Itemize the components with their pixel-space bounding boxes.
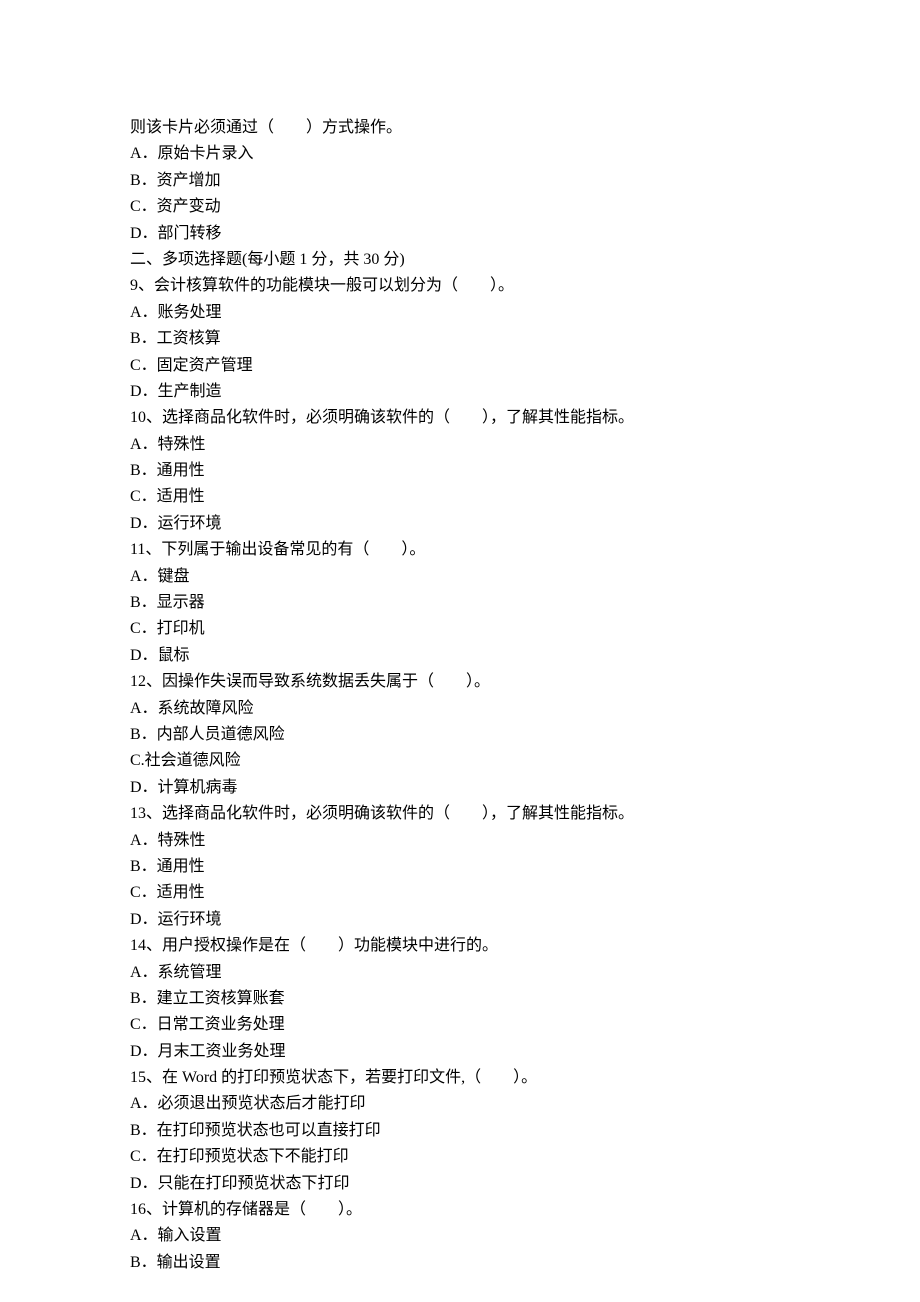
text-line: 9、会计核算软件的功能模块一般可以划分为（ ）。 <box>130 273 790 299</box>
text-line: D．鼠标 <box>130 643 790 669</box>
text-line: C．在打印预览状态下不能打印 <box>130 1144 790 1170</box>
text-line: 12、因操作失误而导致系统数据丢失属于（ ）。 <box>130 669 790 695</box>
text-line: B．显示器 <box>130 590 790 616</box>
text-line: B．在打印预览状态也可以直接打印 <box>130 1118 790 1144</box>
text-line: C.社会道德风险 <box>130 748 790 774</box>
text-line: B．资产增加 <box>130 168 790 194</box>
text-line: D．部门转移 <box>130 221 790 247</box>
text-line: 15、在 Word 的打印预览状态下，若要打印文件,（ ）。 <box>130 1065 790 1091</box>
document-body: 则该卡片必须通过（ ）方式操作。 A．原始卡片录入 B．资产增加 C．资产变动 … <box>130 115 790 1276</box>
text-line: A．输入设置 <box>130 1223 790 1249</box>
text-line: B．工资核算 <box>130 326 790 352</box>
text-line: A．必须退出预览状态后才能打印 <box>130 1091 790 1117</box>
text-line: 二、多项选择题(每小题 1 分，共 30 分) <box>130 247 790 273</box>
text-line: D．运行环境 <box>130 511 790 537</box>
text-line: A．特殊性 <box>130 828 790 854</box>
text-line: B．通用性 <box>130 458 790 484</box>
text-line: D．只能在打印预览状态下打印 <box>130 1171 790 1197</box>
text-line: C．资产变动 <box>130 194 790 220</box>
text-line: 13、选择商品化软件时，必须明确该软件的（ ），了解其性能指标。 <box>130 801 790 827</box>
text-line: A．系统管理 <box>130 960 790 986</box>
text-line: D．月末工资业务处理 <box>130 1039 790 1065</box>
text-line: C．打印机 <box>130 616 790 642</box>
text-line: A．特殊性 <box>130 432 790 458</box>
text-line: B．输出设置 <box>130 1250 790 1276</box>
text-line: B．通用性 <box>130 854 790 880</box>
text-line: B．内部人员道德风险 <box>130 722 790 748</box>
text-line: A．系统故障风险 <box>130 696 790 722</box>
text-line: 16、计算机的存储器是（ ）。 <box>130 1197 790 1223</box>
text-line: A．原始卡片录入 <box>130 141 790 167</box>
text-line: C．日常工资业务处理 <box>130 1012 790 1038</box>
text-line: 则该卡片必须通过（ ）方式操作。 <box>130 115 790 141</box>
text-line: D．运行环境 <box>130 907 790 933</box>
text-line: D．生产制造 <box>130 379 790 405</box>
text-line: 10、选择商品化软件时，必须明确该软件的（ ），了解其性能指标。 <box>130 405 790 431</box>
text-line: C．适用性 <box>130 880 790 906</box>
text-line: A．账务处理 <box>130 300 790 326</box>
text-line: C．适用性 <box>130 484 790 510</box>
text-line: 11、下列属于输出设备常见的有（ ）。 <box>130 537 790 563</box>
text-line: 14、用户授权操作是在（ ）功能模块中进行的。 <box>130 933 790 959</box>
text-line: C．固定资产管理 <box>130 353 790 379</box>
text-line: D．计算机病毒 <box>130 775 790 801</box>
text-line: A．键盘 <box>130 564 790 590</box>
text-line: B．建立工资核算账套 <box>130 986 790 1012</box>
